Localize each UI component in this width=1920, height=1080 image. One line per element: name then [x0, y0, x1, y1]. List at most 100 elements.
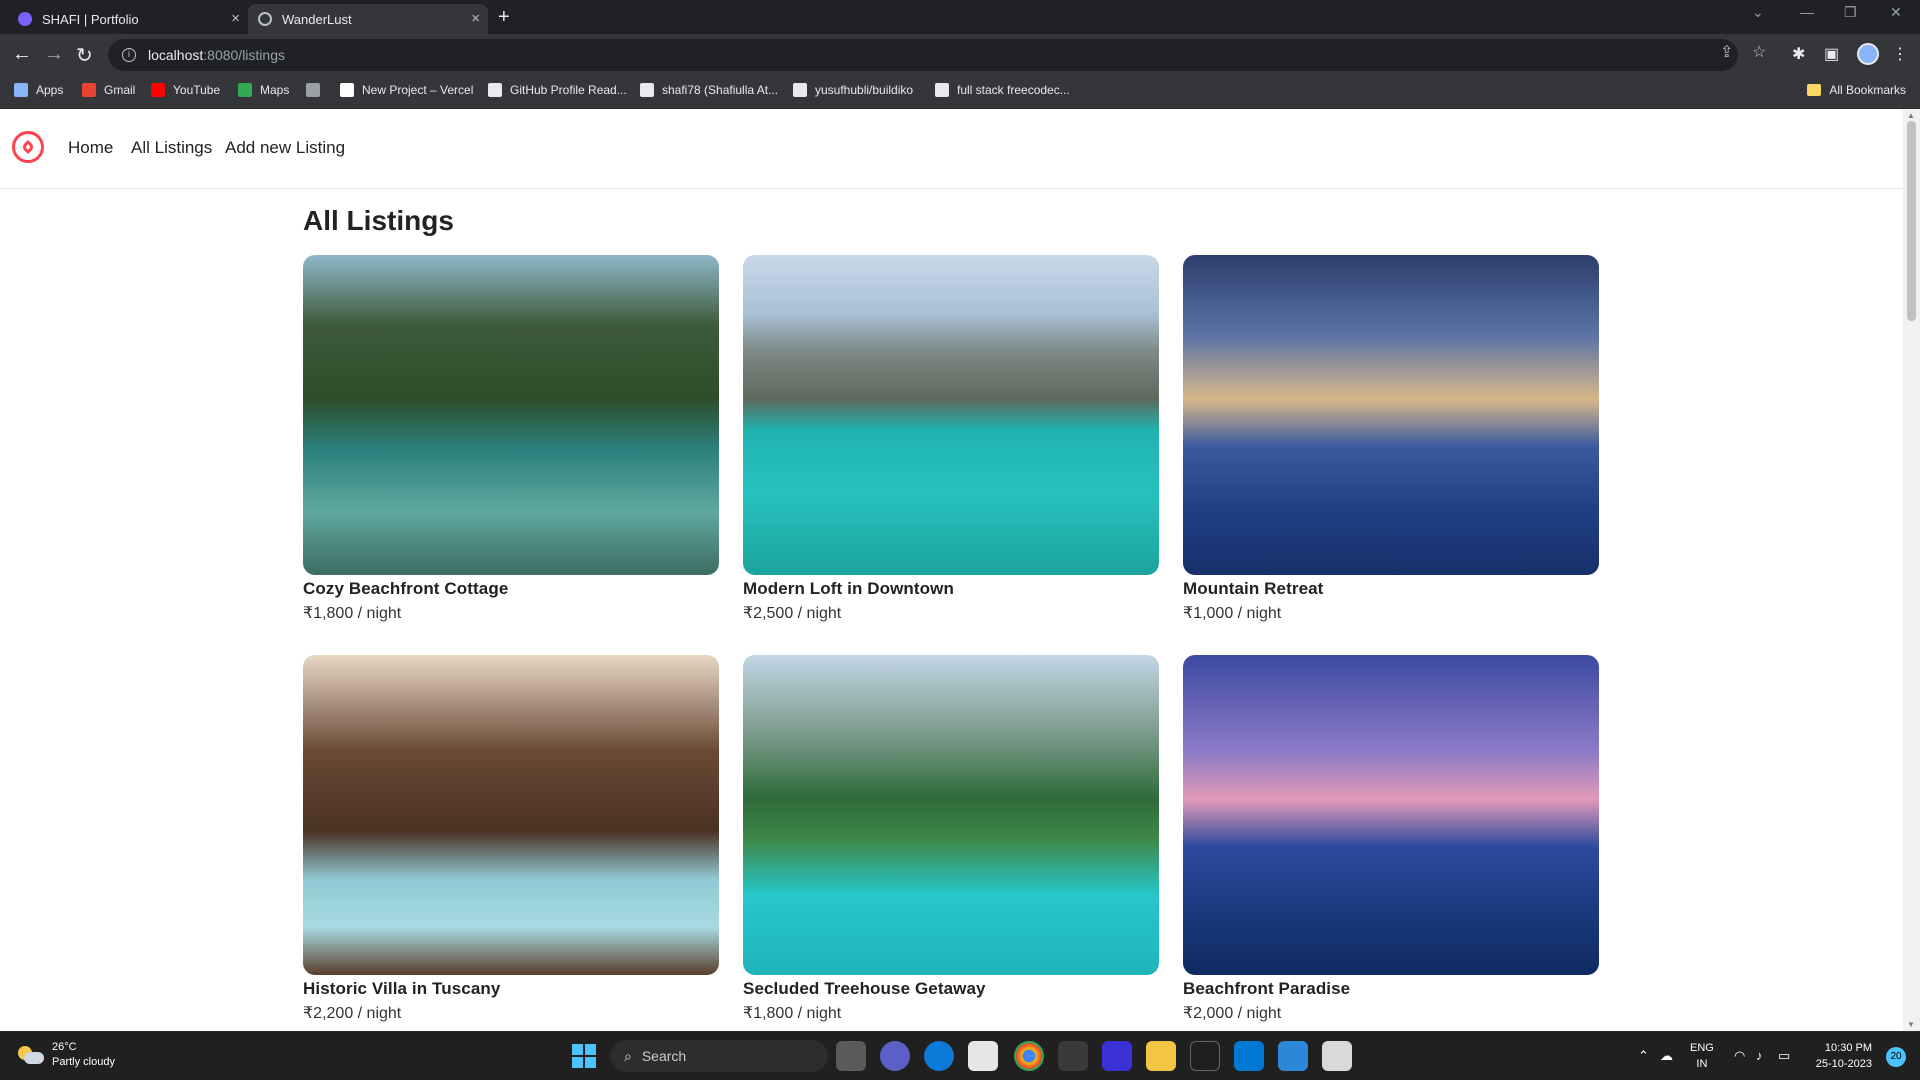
bookmark-item[interactable]: New Project – Vercel — [340, 83, 473, 97]
bookmark-label: New Project – Vercel — [362, 83, 474, 97]
taskbar-search[interactable]: ⌕ Search — [610, 1040, 828, 1072]
side-panel-icon[interactable]: ▣ — [1824, 44, 1839, 64]
listing-title: Historic Villa in Tuscany — [303, 979, 501, 998]
listing-price: ₹2,000 / night — [1183, 1005, 1282, 1022]
bookmark-label: full stack freecodec... — [957, 83, 1070, 97]
menu-kebab-icon[interactable]: ⋮ — [1892, 44, 1908, 64]
clock-date: 25-10-2023 — [1815, 1058, 1872, 1070]
region-code: IN — [1696, 1058, 1708, 1070]
file-explorer-icon[interactable] — [1146, 1041, 1176, 1071]
listing-card[interactable]: Secluded Treehouse Getaway ₹1,800 / nigh… — [743, 655, 1159, 1023]
listing-price: ₹1,800 / night — [743, 1005, 842, 1022]
teams-chat-icon[interactable] — [880, 1041, 910, 1071]
listing-price: ₹2,500 / night — [743, 605, 842, 622]
bookmark-star-icon[interactable]: ☆ — [1752, 42, 1766, 62]
microsoft-store-icon[interactable] — [968, 1041, 998, 1071]
bookmark-item[interactable]: Maps — [238, 83, 289, 97]
listing-image[interactable] — [303, 655, 719, 975]
page-scrollbar[interactable]: ▲ ▼ — [1903, 109, 1920, 1031]
azure-data-studio-icon[interactable] — [1278, 1041, 1308, 1071]
bookmark-item[interactable]: YouTube — [151, 83, 220, 97]
chrome-icon[interactable] — [1014, 1041, 1044, 1071]
notification-count-badge[interactable]: 20 — [1886, 1047, 1906, 1067]
bookmark-label: Maps — [260, 83, 290, 97]
all-bookmarks-label: All Bookmarks — [1829, 83, 1906, 97]
weather-widget[interactable]: 26°C Partly cloudy — [18, 1040, 115, 1070]
share-icon[interactable]: ⇪ — [1720, 42, 1733, 62]
cube-app-icon[interactable] — [1058, 1041, 1088, 1071]
all-bookmarks-button[interactable]: All Bookmarks — [1807, 83, 1906, 97]
weather-temperature: 26°C — [52, 1041, 77, 1053]
profile-avatar[interactable] — [1857, 43, 1879, 65]
listing-image[interactable] — [1183, 255, 1599, 575]
vscode-icon[interactable] — [1234, 1041, 1264, 1071]
page-viewport: Home All Listings Add new Listing All Li… — [0, 109, 1903, 1031]
url-path: :8080/listings — [203, 47, 285, 63]
tab-search-chevron-icon[interactable]: ⌄ — [1752, 4, 1764, 21]
scroll-up-arrow-icon[interactable]: ▲ — [1907, 111, 1915, 120]
show-hidden-icons-chevron-icon[interactable]: ⌃ — [1638, 1048, 1649, 1064]
snipping-tool-icon[interactable] — [1322, 1041, 1352, 1071]
visual-studio-icon[interactable] — [1102, 1041, 1132, 1071]
listing-price: ₹1,000 / night — [1183, 605, 1282, 622]
vercel-icon — [340, 83, 354, 97]
bookmark-item[interactable] — [306, 83, 328, 97]
nav-home-link[interactable]: Home — [68, 138, 113, 158]
listing-card[interactable]: Historic Villa in Tuscany ₹2,200 / night — [303, 655, 719, 1023]
reload-icon[interactable]: ↻ — [76, 43, 93, 68]
bookmark-item[interactable]: Gmail — [82, 83, 135, 97]
terminal-icon[interactable] — [1190, 1041, 1220, 1071]
listing-title: Modern Loft in Downtown — [743, 579, 954, 598]
listing-card[interactable]: Cozy Beachfront Cottage ₹1,800 / night — [303, 255, 719, 623]
scrollbar-thumb[interactable] — [1907, 121, 1916, 321]
listing-card[interactable]: Mountain Retreat ₹1,000 / night — [1183, 255, 1599, 623]
listing-title: Beachfront Paradise — [1183, 979, 1351, 998]
nav-add-listing-link[interactable]: Add new Listing — [225, 138, 345, 158]
bookmark-item[interactable]: yusufhubli/buildiko — [793, 83, 913, 97]
edge-icon[interactable] — [924, 1041, 954, 1071]
close-tab-icon[interactable]: × — [471, 10, 480, 27]
bookmark-item[interactable]: Apps — [14, 83, 63, 97]
address-bar[interactable]: i localhost:8080/listings — [108, 39, 1738, 71]
tab-portfolio[interactable]: SHAFI | Portfolio × — [8, 4, 248, 34]
bookmark-item[interactable]: full stack freecodec... — [935, 83, 1070, 97]
listing-image[interactable] — [1183, 655, 1599, 975]
close-tab-icon[interactable]: × — [231, 10, 240, 27]
maps-icon — [238, 83, 252, 97]
back-arrow-icon[interactable]: ← — [12, 43, 32, 66]
minimize-button[interactable]: — — [1800, 4, 1814, 20]
wifi-icon[interactable]: ◠ — [1734, 1048, 1745, 1064]
close-window-button[interactable]: ✕ — [1890, 4, 1902, 21]
bookmark-item[interactable]: GitHub Profile Read... — [488, 83, 627, 97]
tab-wanderlust[interactable]: WanderLust × — [248, 4, 488, 34]
bookmark-label: Gmail — [104, 83, 136, 97]
new-tab-button[interactable]: + — [498, 6, 510, 29]
windows-start-icon[interactable] — [572, 1044, 596, 1068]
nav-all-listings-link[interactable]: All Listings — [131, 138, 212, 158]
scroll-down-arrow-icon[interactable]: ▼ — [1907, 1020, 1915, 1029]
listing-card[interactable]: Beachfront Paradise ₹2,000 / night — [1183, 655, 1599, 1023]
bookmark-label: YouTube — [173, 83, 221, 97]
listing-card[interactable]: Modern Loft in Downtown ₹2,500 / night — [743, 255, 1159, 623]
task-view-icon[interactable] — [836, 1041, 866, 1071]
freecodecamp-icon — [935, 83, 949, 97]
gmail-icon — [82, 83, 96, 97]
listing-image[interactable] — [743, 655, 1159, 975]
forward-arrow-icon[interactable]: → — [44, 43, 64, 66]
listing-image[interactable] — [743, 255, 1159, 575]
listing-image[interactable] — [303, 255, 719, 575]
restore-button[interactable]: ❐ — [1844, 4, 1857, 21]
site-info-icon[interactable]: i — [122, 48, 136, 62]
listing-title: Mountain Retreat — [1183, 579, 1324, 598]
listing-price: ₹2,200 / night — [303, 1005, 402, 1022]
system-clock[interactable]: 10:30 PM 25-10-2023 — [1816, 1040, 1872, 1072]
extensions-puzzle-icon[interactable]: ✱ — [1792, 44, 1805, 64]
portfolio-favicon-icon — [18, 12, 32, 26]
compass-logo-icon[interactable] — [12, 131, 44, 163]
battery-icon[interactable]: ▭ — [1778, 1048, 1790, 1064]
speaker-icon[interactable]: ♪ — [1756, 1048, 1763, 1063]
listing-title: Secluded Treehouse Getaway — [743, 979, 986, 998]
bookmark-item[interactable]: shafi78 (Shafiulla At... — [640, 83, 778, 97]
input-language[interactable]: ENG IN — [1690, 1040, 1714, 1072]
onedrive-cloud-icon[interactable]: ☁ — [1660, 1048, 1673, 1064]
